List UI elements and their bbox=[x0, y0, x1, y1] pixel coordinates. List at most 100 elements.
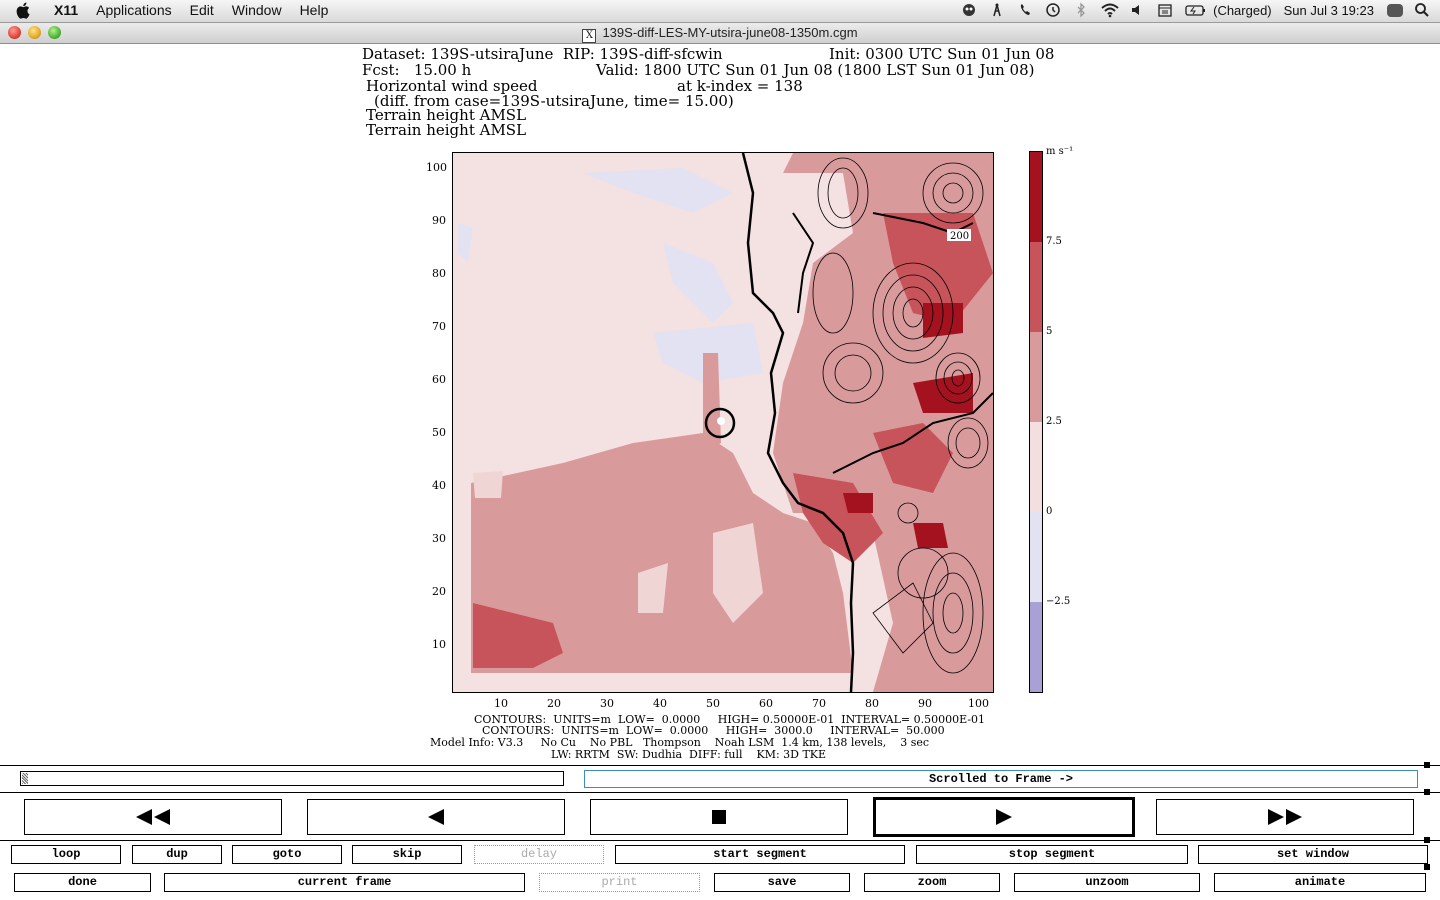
step-back-button[interactable] bbox=[307, 799, 565, 835]
menu-edit[interactable]: Edit bbox=[190, 2, 214, 18]
colorbar-label-7.5: 7.5 bbox=[1046, 236, 1062, 247]
done-button[interactable]: done bbox=[14, 873, 151, 892]
stop-segment-button[interactable]: stop segment bbox=[916, 845, 1188, 864]
menu-applications[interactable]: Applications bbox=[96, 2, 172, 18]
x-tick-80: 80 bbox=[865, 697, 879, 710]
header-init: Init: 0300 UTC Sun 01 Jun 08 bbox=[829, 45, 1055, 63]
set-window-button[interactable]: set window bbox=[1198, 845, 1428, 864]
x-tick-100: 100 bbox=[968, 697, 989, 710]
menu-app-x11[interactable]: X11 bbox=[54, 2, 78, 18]
colorbar-label-5: 5 bbox=[1046, 326, 1053, 337]
sash-handle[interactable] bbox=[1424, 864, 1430, 870]
sash-handle[interactable] bbox=[1424, 789, 1430, 795]
y-tick-70: 70 bbox=[432, 320, 446, 333]
zoom-button[interactable]: zoom bbox=[864, 873, 1000, 892]
header-fcst: Fcst: 15.00 h bbox=[362, 61, 472, 79]
sash-handle[interactable] bbox=[1424, 762, 1430, 768]
window-title: X 139S-diff-LES-MY-utsira-june08-1350m.cg… bbox=[0, 25, 1440, 43]
fast-forward-button[interactable] bbox=[1156, 799, 1414, 835]
rewind-button[interactable] bbox=[24, 799, 282, 835]
colorbar-bin-2.5-5 bbox=[1030, 332, 1042, 423]
colorbar-bin-0-2.5 bbox=[1030, 422, 1042, 513]
divider bbox=[0, 765, 1440, 766]
clock[interactable]: Sun Jul 3 19:23 bbox=[1284, 3, 1374, 18]
stop-icon bbox=[712, 810, 726, 824]
fast-rewind-icon bbox=[136, 809, 170, 825]
footer-contours-2: CONTOURS: UNITS=m LOW= 0.0000 HIGH= 3000… bbox=[482, 724, 945, 737]
spotlight-search-icon[interactable] bbox=[1414, 2, 1430, 18]
y-tick-20: 20 bbox=[432, 585, 446, 598]
y-tick-90: 90 bbox=[432, 214, 446, 227]
window-titlebar: X 139S-diff-LES-MY-utsira-june08-1350m.cg… bbox=[0, 23, 1440, 44]
goto-button[interactable]: goto bbox=[232, 845, 342, 864]
animate-button[interactable]: animate bbox=[1214, 873, 1426, 892]
time-machine-icon[interactable] bbox=[1045, 2, 1061, 18]
skip-button[interactable]: skip bbox=[352, 845, 462, 864]
header-valid: Valid: 1800 UTC Sun 01 Jun 08 (1800 LST … bbox=[596, 61, 1035, 79]
x-tick-40: 40 bbox=[653, 697, 667, 710]
print-button[interactable]: print bbox=[539, 873, 700, 892]
loop-button[interactable]: loop bbox=[11, 845, 121, 864]
unzoom-button[interactable]: unzoom bbox=[1014, 873, 1200, 892]
apple-menu-icon[interactable] bbox=[16, 1, 34, 21]
sash-handle[interactable] bbox=[1424, 837, 1430, 843]
colorbar-bin-5-7.5 bbox=[1030, 242, 1042, 333]
colorbar-label-2.5: 2.5 bbox=[1046, 416, 1062, 427]
colorbar-bin-below-neg2.5 bbox=[1030, 602, 1042, 692]
delay-button[interactable]: delay bbox=[474, 845, 604, 864]
colorbar-bin-7.5-plus bbox=[1030, 152, 1042, 243]
colorbar-label-neg2.5: −2.5 bbox=[1046, 596, 1071, 607]
header-terrain-2: Terrain height AMSL bbox=[366, 121, 527, 139]
play-button[interactable] bbox=[873, 797, 1135, 837]
footer-physics: LW: RRTM SW: Dudhia DIFF: full KM: 3D TK… bbox=[551, 748, 827, 761]
play-icon bbox=[996, 809, 1012, 825]
stop-button[interactable] bbox=[590, 799, 848, 835]
phone-icon[interactable] bbox=[1017, 2, 1033, 18]
volume-icon[interactable] bbox=[1129, 2, 1145, 18]
colorbar-label-0: 0 bbox=[1046, 506, 1053, 517]
y-tick-80: 80 bbox=[432, 267, 446, 280]
menu-window[interactable]: Window bbox=[232, 2, 282, 18]
colorbar-bin-neg2.5-0 bbox=[1030, 512, 1042, 603]
colorbar-unit: m s⁻¹ bbox=[1046, 146, 1074, 157]
map-shading-svg: 200 bbox=[453, 153, 993, 692]
y-tick-50: 50 bbox=[432, 426, 446, 439]
network-tower-icon[interactable] bbox=[989, 2, 1005, 18]
contour-label-200: 200 bbox=[950, 231, 969, 242]
alien-icon[interactable] bbox=[961, 2, 977, 18]
window-title-text: 139S-diff-LES-MY-utsira-june08-1350m.cgm bbox=[602, 25, 858, 40]
footer-model-info: Model Info: V3.3 No Cu No PBL Thompson N… bbox=[430, 736, 930, 749]
menu-help[interactable]: Help bbox=[300, 2, 329, 18]
wifi-icon[interactable] bbox=[1101, 2, 1119, 18]
battery-status[interactable]: (Charged) bbox=[1213, 3, 1272, 18]
user-icon[interactable] bbox=[1386, 2, 1403, 18]
current-frame-button[interactable]: current frame bbox=[164, 873, 525, 892]
x-tick-90: 90 bbox=[918, 697, 932, 710]
y-tick-10: 10 bbox=[432, 638, 446, 651]
frame-scrollbar[interactable] bbox=[20, 771, 564, 786]
x-tick-30: 30 bbox=[600, 697, 614, 710]
x-tick-70: 70 bbox=[812, 697, 826, 710]
dup-button[interactable]: dup bbox=[132, 845, 222, 864]
y-tick-30: 30 bbox=[432, 532, 446, 545]
y-tick-60: 60 bbox=[432, 373, 446, 386]
battery-icon[interactable] bbox=[1185, 2, 1206, 18]
save-button[interactable]: save bbox=[714, 873, 850, 892]
bluetooth-icon[interactable] bbox=[1073, 2, 1089, 18]
fast-forward-icon bbox=[1268, 809, 1302, 825]
x-tick-60: 60 bbox=[759, 697, 773, 710]
menu-bar: X11 Applications Edit Window Help (Charg… bbox=[0, 0, 1440, 23]
x-tick-20: 20 bbox=[547, 697, 561, 710]
x-tick-50: 50 bbox=[706, 697, 720, 710]
header-dataset: Dataset: 139S-utsiraJune RIP: 139S-diff-… bbox=[362, 45, 723, 63]
frame-scrollbar-thumb[interactable] bbox=[22, 773, 28, 784]
colorbar bbox=[1029, 151, 1043, 693]
x-tick-10: 10 bbox=[494, 697, 508, 710]
x11-document-icon: X bbox=[582, 29, 597, 43]
wind-speed-difference-map: 200 bbox=[452, 152, 994, 693]
y-tick-100: 100 bbox=[426, 161, 447, 174]
divider bbox=[0, 792, 1440, 793]
calendar-icon[interactable] bbox=[1157, 2, 1173, 18]
divider bbox=[0, 840, 1440, 841]
start-segment-button[interactable]: start segment bbox=[615, 845, 905, 864]
